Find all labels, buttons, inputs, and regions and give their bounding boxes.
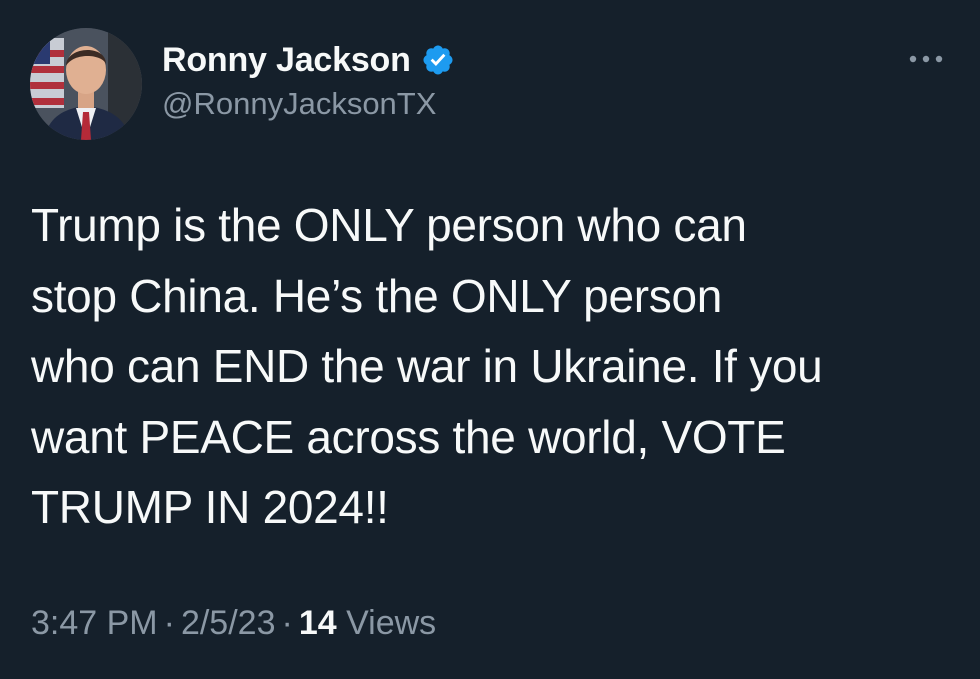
tweet-time[interactable]: 3:47 PM: [31, 604, 158, 642]
verified-badge-icon: [421, 43, 455, 77]
tweet-meta: 3:47 PM · 2/5/23 · 14 Views: [31, 604, 436, 643]
meta-separator: ·: [281, 604, 293, 642]
author-name-row: Ronny Jackson: [162, 40, 455, 80]
tweet-text: Trump is the ONLY person who can stop Ch…: [31, 199, 823, 533]
views-count: 14: [298, 604, 337, 642]
meta-separator: ·: [163, 604, 175, 642]
more-options-icon[interactable]: [906, 52, 946, 66]
author-display-name[interactable]: Ronny Jackson: [162, 41, 411, 80]
avatar-image: [30, 28, 142, 140]
author-handle[interactable]: @RonnyJacksonTX: [162, 86, 436, 122]
tweet-date[interactable]: 2/5/23: [181, 604, 276, 642]
author-avatar[interactable]: [30, 28, 142, 140]
views-label: Views: [346, 604, 437, 642]
tweet-card: Ronny Jackson @RonnyJacksonTX Trump is t…: [0, 0, 980, 679]
